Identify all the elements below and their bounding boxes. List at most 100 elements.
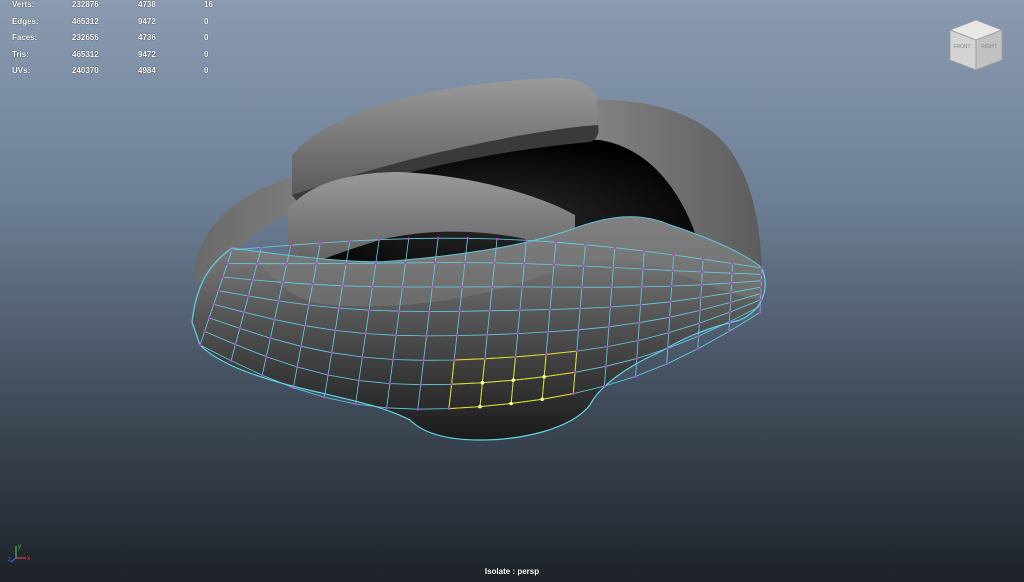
vertex[interactable] <box>260 246 263 249</box>
vertex[interactable] <box>285 262 289 266</box>
vertex[interactable] <box>575 349 579 353</box>
vertex[interactable] <box>428 310 431 313</box>
vertex[interactable] <box>728 320 731 324</box>
vertex[interactable] <box>198 343 202 347</box>
vertex[interactable] <box>330 351 334 355</box>
vertex[interactable] <box>669 300 672 304</box>
vertex[interactable] <box>554 240 558 244</box>
vertex[interactable] <box>727 330 731 333</box>
vertex[interactable] <box>577 328 580 332</box>
vertex[interactable] <box>520 285 524 289</box>
vertex[interactable] <box>226 262 229 265</box>
vertex[interactable] <box>230 248 234 252</box>
vertex[interactable] <box>493 261 496 265</box>
selected-vertex[interactable] <box>540 397 544 402</box>
vertex[interactable] <box>277 299 280 303</box>
vertex[interactable] <box>609 305 612 309</box>
vertex[interactable] <box>221 275 225 279</box>
vertex[interactable] <box>385 406 389 410</box>
vertex[interactable] <box>696 347 700 351</box>
vertex[interactable] <box>433 261 437 264</box>
vertex[interactable] <box>397 309 401 313</box>
vertex[interactable] <box>607 325 611 329</box>
vertex[interactable] <box>729 301 732 304</box>
selected-vertex[interactable] <box>542 375 546 379</box>
vertex[interactable] <box>544 353 548 356</box>
vertex[interactable] <box>374 261 378 265</box>
vertex[interactable] <box>334 329 337 332</box>
vertex[interactable] <box>486 333 489 337</box>
selected-vertex[interactable] <box>511 378 516 383</box>
vertex[interactable] <box>337 306 341 310</box>
vertex[interactable] <box>667 331 670 335</box>
vertex[interactable] <box>247 294 250 298</box>
vertex[interactable] <box>642 249 646 253</box>
vertex[interactable] <box>217 289 220 293</box>
vertex[interactable] <box>760 266 764 270</box>
vertex[interactable] <box>636 339 640 342</box>
vertex[interactable] <box>698 309 702 312</box>
vertex[interactable] <box>447 407 451 410</box>
vertex[interactable] <box>546 330 550 334</box>
vertex[interactable] <box>388 382 392 385</box>
vertex[interactable] <box>488 309 492 313</box>
vertex[interactable] <box>665 362 668 366</box>
vertex[interactable] <box>299 345 303 348</box>
vertex[interactable] <box>518 308 522 312</box>
vertex[interactable] <box>422 359 425 362</box>
view-cube[interactable]: FRONT RIGHT <box>946 18 1006 72</box>
vertex[interactable] <box>466 237 469 240</box>
vertex[interactable] <box>311 283 314 286</box>
vertex[interactable] <box>610 285 614 289</box>
vertex[interactable] <box>606 345 609 348</box>
vertex[interactable] <box>758 311 762 314</box>
vertex[interactable] <box>251 278 255 282</box>
vertex[interactable] <box>292 386 295 390</box>
vertex[interactable] <box>495 237 499 241</box>
vertex[interactable] <box>407 237 411 240</box>
vertex[interactable] <box>367 308 371 312</box>
vertex[interactable] <box>700 283 703 287</box>
vertex[interactable] <box>548 308 552 311</box>
vertex[interactable] <box>229 359 233 363</box>
vertex[interactable] <box>344 262 348 265</box>
vertex[interactable] <box>760 279 763 283</box>
vertex[interactable] <box>759 304 762 308</box>
vertex[interactable] <box>572 392 575 395</box>
vertex[interactable] <box>341 284 344 288</box>
vertex[interactable] <box>670 284 673 288</box>
vertex[interactable] <box>255 262 259 266</box>
vertex[interactable] <box>404 261 407 265</box>
vertex[interactable] <box>759 292 763 295</box>
vertex[interactable] <box>525 239 528 242</box>
mesh-model[interactable] <box>191 78 766 441</box>
vertex[interactable] <box>701 270 704 274</box>
selected-vertex[interactable] <box>478 404 482 409</box>
vertex[interactable] <box>759 298 762 302</box>
vertex[interactable] <box>516 332 519 335</box>
vertex[interactable] <box>760 273 763 276</box>
vertex[interactable] <box>326 373 330 377</box>
vertex[interactable] <box>357 379 361 382</box>
vertex[interactable] <box>307 303 311 307</box>
vertex[interactable] <box>613 246 617 249</box>
vertex[interactable] <box>303 324 307 328</box>
vertex[interactable] <box>729 291 733 295</box>
selected-vertex[interactable] <box>509 401 513 406</box>
vertex[interactable] <box>514 355 517 359</box>
vertex[interactable] <box>377 238 381 241</box>
vertex[interactable] <box>295 365 299 369</box>
vertex[interactable] <box>425 334 428 338</box>
vertex[interactable] <box>450 383 453 386</box>
vertex[interactable] <box>273 318 276 321</box>
vertex[interactable] <box>203 330 206 333</box>
vertex[interactable] <box>361 355 364 359</box>
vertex[interactable] <box>391 358 395 361</box>
vertex[interactable] <box>730 281 733 285</box>
vertex[interactable] <box>523 262 526 265</box>
vertex[interactable] <box>242 310 246 314</box>
vertex[interactable] <box>289 243 293 247</box>
vertex[interactable] <box>578 307 582 310</box>
vertex[interactable] <box>552 263 556 266</box>
vertex[interactable] <box>604 365 608 368</box>
